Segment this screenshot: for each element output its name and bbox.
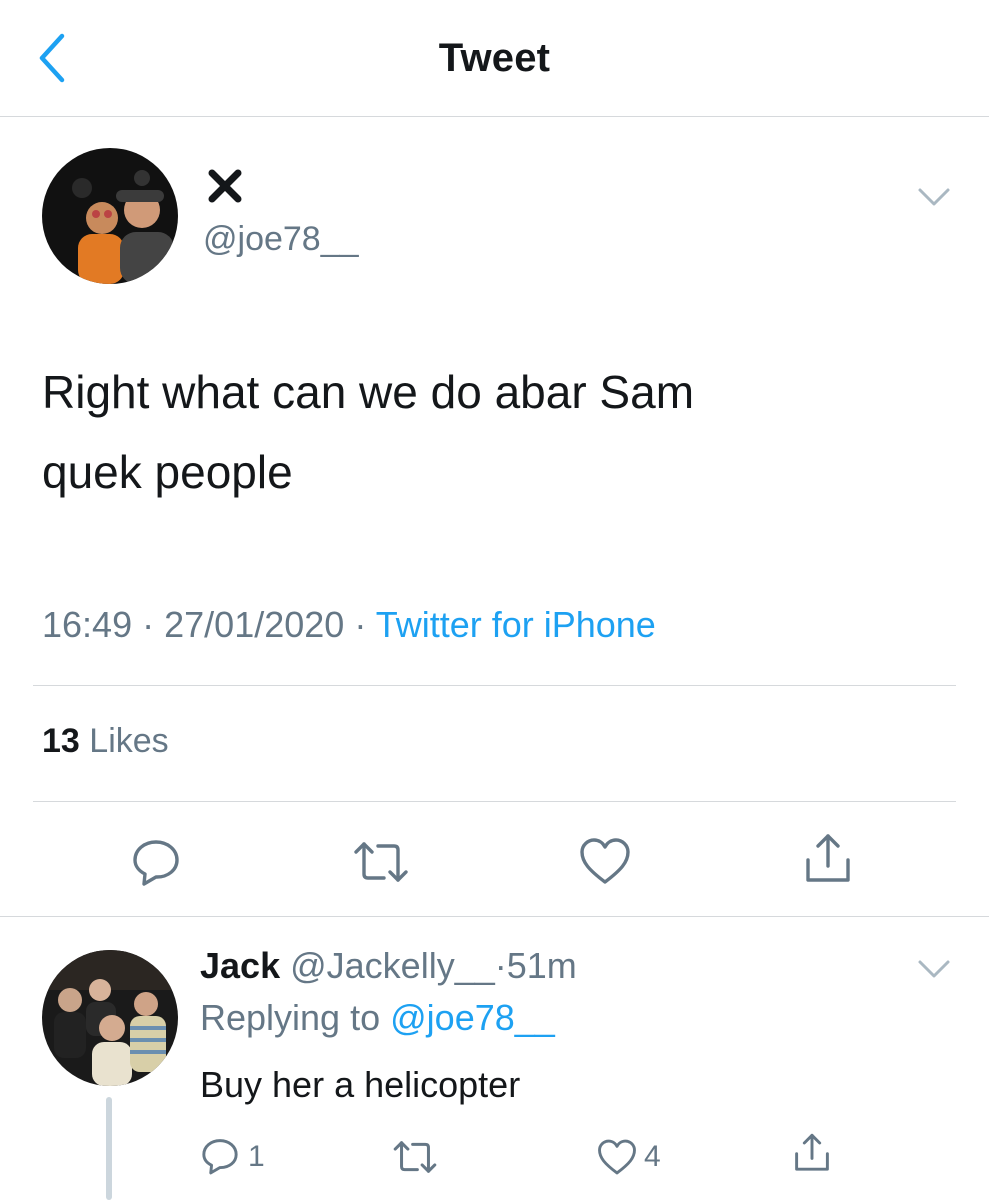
tweet-text-line: Right what can we do abar Sam — [42, 366, 695, 418]
likes-label: Likes — [89, 722, 169, 760]
reply-share-button[interactable] — [792, 1132, 832, 1174]
tweet-options-button[interactable] — [917, 186, 951, 213]
reply-text: Buy her a helicopter — [200, 1064, 521, 1105]
retweet-icon — [354, 842, 408, 882]
tweet-text: Right what can we do abar Sam quek peopl… — [42, 352, 922, 512]
tweet-source-link[interactable]: Twitter for iPhone — [376, 604, 656, 645]
page-title: Tweet — [438, 36, 551, 80]
like-icon — [598, 1139, 636, 1175]
reply-retweet-button[interactable] — [392, 1138, 438, 1176]
divider — [0, 916, 989, 917]
tweet-meta: 16:49 · 27/01/2020 · Twitter for iPhone — [42, 604, 656, 646]
reply-author-name[interactable]: Jack — [200, 945, 280, 986]
tweet-text-line: quek people — [42, 446, 293, 498]
reply-like-count: 4 — [644, 1140, 661, 1173]
like-icon — [580, 838, 630, 884]
like-button[interactable] — [578, 836, 632, 886]
tweet-time: 16:49 — [42, 604, 133, 645]
navigation-bar: Tweet — [0, 0, 989, 117]
reply-age: 51m — [506, 945, 577, 986]
author-avatar[interactable] — [42, 148, 178, 284]
reply-icon — [202, 1139, 238, 1175]
divider — [33, 801, 956, 802]
reply-options-button[interactable] — [917, 958, 951, 985]
replying-to-handle-link[interactable]: @joe78__ — [390, 997, 555, 1038]
share-icon — [795, 1133, 829, 1171]
reply-button[interactable] — [130, 836, 182, 888]
divider — [33, 685, 956, 686]
reply-reply-count: 1 — [248, 1140, 265, 1173]
meta-separator: · — [354, 604, 367, 645]
share-button[interactable] — [802, 832, 854, 886]
reply-icon — [133, 840, 179, 886]
likes-count[interactable]: 13 Likes — [42, 722, 169, 761]
thread-line — [106, 1097, 112, 1200]
author-handle[interactable]: @joe78__ — [203, 220, 359, 259]
retweet-icon — [393, 1141, 437, 1173]
share-icon — [806, 834, 850, 882]
replying-prefix: Replying to — [200, 997, 381, 1038]
replying-to: Replying to @joe78__ — [200, 997, 555, 1039]
chevron-down-icon — [918, 188, 950, 206]
meta-separator: · — [494, 945, 507, 986]
likes-number: 13 — [42, 722, 80, 760]
chevron-down-icon — [918, 960, 950, 978]
reply-reply-button[interactable] — [200, 1136, 240, 1176]
cross-mark-icon — [208, 169, 242, 203]
meta-separator: · — [142, 604, 155, 645]
reply-author-handle[interactable]: @Jackelly__ — [290, 945, 495, 986]
reply-header: Jack @Jackelly__·51m — [200, 945, 577, 987]
tweet-date: 27/01/2020 — [164, 604, 345, 645]
retweet-button[interactable] — [352, 838, 410, 886]
reply-author-avatar[interactable] — [42, 950, 178, 1086]
display-name — [205, 166, 245, 206]
reply-like-button[interactable] — [596, 1138, 638, 1176]
